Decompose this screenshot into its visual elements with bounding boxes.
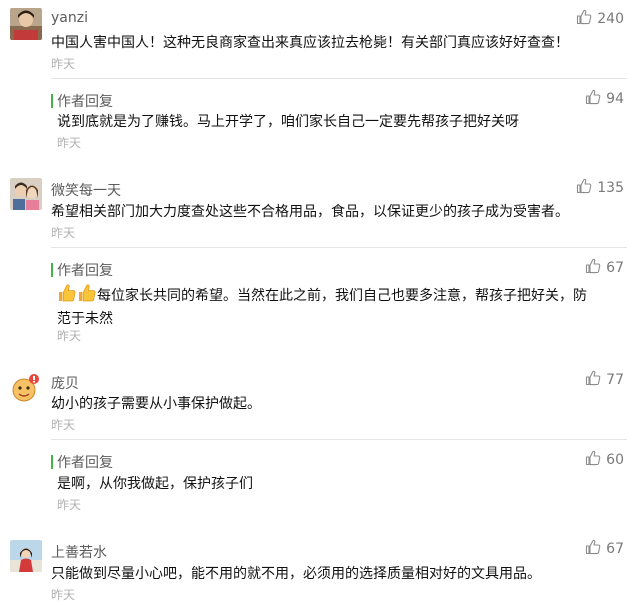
comment-time: 昨天 (51, 588, 76, 602)
like-button[interactable]: 240 (576, 9, 624, 29)
like-count: 240 (597, 11, 624, 27)
reply-text: 每位家长共同的希望。当然在此之前，我们自己也要多注意，帮孩子把好关，防 范于未然 (57, 283, 617, 329)
thumbs-up-icon (585, 539, 601, 559)
thumbs-up-icon (576, 178, 592, 198)
reply-time: 昨天 (57, 329, 82, 343)
like-button[interactable]: 135 (576, 178, 624, 198)
like-button[interactable]: 77 (585, 370, 624, 390)
comment-text: 中国人害中国人！这种无良商家查出来真应该拉去枪毙！有关部门真应该好好查查！ (51, 35, 569, 51)
reply-accent-bar (51, 263, 53, 277)
like-count: 67 (606, 260, 624, 276)
commenter-name: 庞贝 (51, 376, 79, 392)
reply-label: 作者回复 (57, 455, 113, 471)
comment-time: 昨天 (51, 418, 76, 432)
like-count: 94 (606, 91, 624, 107)
reply-text: 说到底就是为了赚钱。马上开学了，咱们家长自己一定要先帮孩子把好关呀 (57, 114, 519, 130)
reply-text: 是啊，从你我做起，保护孩子们 (57, 476, 253, 492)
reply-label: 作者回复 (57, 263, 113, 279)
avatar[interactable] (10, 372, 42, 404)
commenter-name: yanzi (51, 10, 88, 26)
thumbs-up-icon (585, 370, 601, 390)
reply-accent-bar (51, 455, 53, 469)
avatar[interactable] (10, 178, 42, 210)
like-count: 77 (606, 372, 624, 388)
like-button[interactable]: 67 (585, 539, 624, 559)
divider (51, 439, 627, 440)
comment-time: 昨天 (51, 57, 76, 71)
commenter-name: 上善若水 (51, 545, 107, 561)
thumbs-up-icon (585, 258, 601, 278)
comment-text: 幼小的孩子需要从小事保护做起。 (51, 396, 261, 412)
commenter-name: 微笑每一天 (51, 183, 121, 199)
comment-text: 只能做到尽量小心吧，能不用的就不用，必须用的选择质量相对好的文具用品。 (51, 566, 541, 582)
reply-like-button[interactable]: 67 (585, 258, 624, 278)
reply-text-line: 范于未然 (57, 311, 113, 327)
reply-like-button[interactable]: 94 (585, 89, 624, 109)
reply-label: 作者回复 (57, 94, 113, 110)
thumbs-up-icon (585, 450, 601, 470)
thumbs-up-emoji-icon (77, 283, 97, 309)
divider (51, 78, 627, 79)
avatar[interactable] (10, 540, 42, 572)
comment-time: 昨天 (51, 226, 76, 240)
like-count: 135 (597, 180, 624, 196)
reply-text-line: 每位家长共同的希望。当然在此之前，我们自己也要多注意，帮孩子把好关，防 (97, 288, 587, 304)
like-count: 67 (606, 541, 624, 557)
divider (51, 247, 627, 248)
reply-time: 昨天 (57, 498, 82, 512)
reply-accent-bar (51, 94, 53, 108)
thumbs-up-emoji-icon (57, 283, 77, 309)
thumbs-up-icon (585, 89, 601, 109)
comment-text: 希望相关部门加大力度查处这些不合格用品，食品，以保证更少的孩子成为受害者。 (51, 204, 569, 220)
reply-time: 昨天 (57, 136, 82, 150)
avatar[interactable] (10, 8, 42, 40)
like-count: 60 (606, 452, 624, 468)
reply-like-button[interactable]: 60 (585, 450, 624, 470)
thumbs-up-icon (576, 9, 592, 29)
